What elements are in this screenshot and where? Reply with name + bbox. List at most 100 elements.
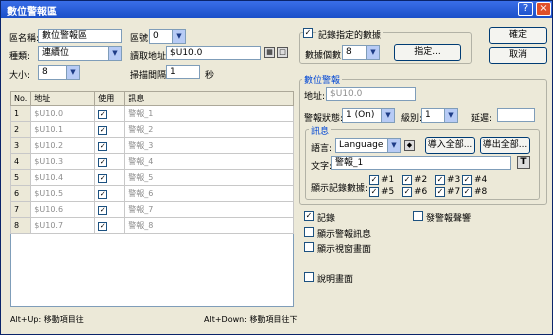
row-address[interactable]: $U10.2 xyxy=(30,137,96,154)
delay-input[interactable] xyxy=(497,108,535,122)
use-checkbox[interactable]: ✓ xyxy=(98,125,108,135)
ok-button[interactable]: 確定 xyxy=(489,27,547,44)
record-4-checkbox[interactable]: ✓ xyxy=(462,175,472,185)
text-font-icon[interactable]: T xyxy=(517,156,530,169)
record-data-label: 記錄指定的數據 xyxy=(316,28,384,41)
row-use[interactable]: ✓ xyxy=(94,137,126,154)
specify-button[interactable]: 指定... xyxy=(394,44,461,61)
row-message[interactable]: 警報_4 xyxy=(124,153,294,170)
table-row[interactable]: 8 $U10.7 ✓ 警報_8 xyxy=(9,217,294,234)
log-checkbox[interactable]: ✓ xyxy=(304,211,314,221)
show-window-label: 顯示視窗畫面 xyxy=(317,245,372,255)
text-label: 文字: xyxy=(311,162,333,172)
read-address-input[interactable]: $U10.0 xyxy=(166,46,261,60)
use-checkbox[interactable]: ✓ xyxy=(98,189,108,199)
buzzer-checkbox[interactable] xyxy=(413,211,423,221)
address-keypad-icon[interactable]: ▦ xyxy=(264,47,275,58)
row-message[interactable]: 警報_6 xyxy=(124,185,294,202)
row-address[interactable]: $U10.1 xyxy=(30,121,96,138)
level-value: 1 xyxy=(425,110,431,120)
col-message: 訊息 xyxy=(124,91,294,106)
use-checkbox[interactable]: ✓ xyxy=(98,205,108,215)
table-row[interactable]: 2 $U10.1 ✓ 警報_2 xyxy=(9,121,294,138)
row-use[interactable]: ✓ xyxy=(94,169,126,186)
chevron-down-icon: ▼ xyxy=(108,47,121,60)
row-message[interactable]: 警報_5 xyxy=(124,169,294,186)
record-2-checkbox[interactable]: ✓ xyxy=(402,175,412,185)
row-address[interactable]: $U10.6 xyxy=(30,201,96,218)
record-6-checkbox[interactable]: ✓ xyxy=(402,187,412,197)
table-row[interactable]: 1 $U10.0 ✓ 警報_1 xyxy=(9,105,294,122)
use-checkbox[interactable]: ✓ xyxy=(98,221,108,231)
row-message[interactable]: 警報_3 xyxy=(124,137,294,154)
use-checkbox[interactable]: ✓ xyxy=(98,109,108,119)
record-1-checkbox[interactable]: ✓ xyxy=(369,175,379,185)
row-use[interactable]: ✓ xyxy=(94,121,126,138)
dialog-window: 數位警報區 ? × 區名稱: 數位警報區 區號: 0 ▼ 種類: 連續位 ▼ 讀取地… xyxy=(0,0,553,335)
window-title: 數位警報區 xyxy=(7,7,57,18)
level-select[interactable]: 1 ▼ xyxy=(421,108,458,123)
row-message[interactable]: 警報_2 xyxy=(124,121,294,138)
record-7-checkbox[interactable]: ✓ xyxy=(435,187,445,197)
record-1-label: #1 xyxy=(381,175,395,185)
table-row[interactable]: 3 $U10.2 ✓ 警報_3 xyxy=(9,137,294,154)
row-message[interactable]: 警報_7 xyxy=(124,201,294,218)
row-number: 8 xyxy=(9,217,32,234)
cancel-button[interactable]: 取消 xyxy=(489,47,547,64)
row-use[interactable]: ✓ xyxy=(94,201,126,218)
row-use[interactable]: ✓ xyxy=(94,185,126,202)
record-5-checkbox[interactable]: ✓ xyxy=(369,187,379,197)
size-select[interactable]: 8 ▼ xyxy=(38,65,80,80)
type-select[interactable]: 連續位 ▼ xyxy=(38,46,122,61)
record-8-checkbox[interactable]: ✓ xyxy=(462,187,472,197)
row-address[interactable]: $U10.0 xyxy=(30,105,96,122)
zone-number-select[interactable]: 0 ▼ xyxy=(149,29,186,44)
row-address[interactable]: $U10.4 xyxy=(30,169,96,186)
use-checkbox[interactable]: ✓ xyxy=(98,173,108,183)
show-alarm-msg-label: 顯示警報訊息 xyxy=(317,230,372,240)
data-count-label: 數據個數: xyxy=(305,51,345,61)
data-count-select[interactable]: 8 ▼ xyxy=(342,45,380,60)
record-data-checkbox[interactable]: ✓ xyxy=(303,28,313,38)
row-message[interactable]: 警報_1 xyxy=(124,105,294,122)
record-4-label: #4 xyxy=(474,175,488,185)
zone-name-input[interactable]: 數位警報區 xyxy=(38,29,122,43)
chevron-down-icon: ▼ xyxy=(172,30,185,43)
chevron-down-icon: ▼ xyxy=(381,109,394,122)
explain-screen-checkbox[interactable] xyxy=(304,272,314,282)
row-number: 7 xyxy=(9,201,32,218)
text-input[interactable]: 警報_1 xyxy=(331,156,511,170)
address-browse-icon[interactable]: □ xyxy=(277,47,288,58)
language-label: 語言: xyxy=(311,144,333,154)
row-message[interactable]: 警報_8 xyxy=(124,217,294,234)
table-row[interactable]: 7 $U10.6 ✓ 警報_7 xyxy=(9,201,294,218)
row-use[interactable]: ✓ xyxy=(94,105,126,122)
size-label: 大小: xyxy=(9,71,31,81)
use-checkbox[interactable]: ✓ xyxy=(98,141,108,151)
table-row[interactable]: 6 $U10.5 ✓ 警報_6 xyxy=(9,185,294,202)
language-select[interactable]: Language 1 ▼ xyxy=(335,138,401,153)
row-use[interactable]: ✓ xyxy=(94,217,126,234)
help-button[interactable]: ? xyxy=(518,2,533,16)
table-row[interactable]: 5 $U10.4 ✓ 警報_5 xyxy=(9,169,294,186)
alarm-address-input: $U10.0 xyxy=(326,87,416,101)
export-all-button[interactable]: 導出全部... xyxy=(480,137,530,154)
chevron-down-icon: ▼ xyxy=(444,109,457,122)
row-address[interactable]: $U10.5 xyxy=(30,185,96,202)
close-icon: × xyxy=(539,3,548,14)
import-all-button[interactable]: 導入全部... xyxy=(425,137,475,154)
show-record-label: 顯示記錄數據: xyxy=(311,184,369,194)
scan-interval-input[interactable]: 1 xyxy=(166,65,200,79)
language-settings-icon[interactable]: ◆ xyxy=(404,140,415,151)
alarm-state-select[interactable]: 1 (On) ▼ xyxy=(342,108,395,123)
record-3-checkbox[interactable]: ✓ xyxy=(435,175,445,185)
table-row[interactable]: 4 $U10.3 ✓ 警報_4 xyxy=(9,153,294,170)
close-button[interactable]: × xyxy=(536,2,551,16)
row-address[interactable]: $U10.7 xyxy=(30,217,96,234)
use-checkbox[interactable]: ✓ xyxy=(98,157,108,167)
show-window-checkbox[interactable] xyxy=(304,242,314,252)
scan-interval-unit: 秒 xyxy=(205,71,215,81)
show-alarm-msg-checkbox[interactable] xyxy=(304,227,314,237)
row-address[interactable]: $U10.3 xyxy=(30,153,96,170)
row-use[interactable]: ✓ xyxy=(94,153,126,170)
